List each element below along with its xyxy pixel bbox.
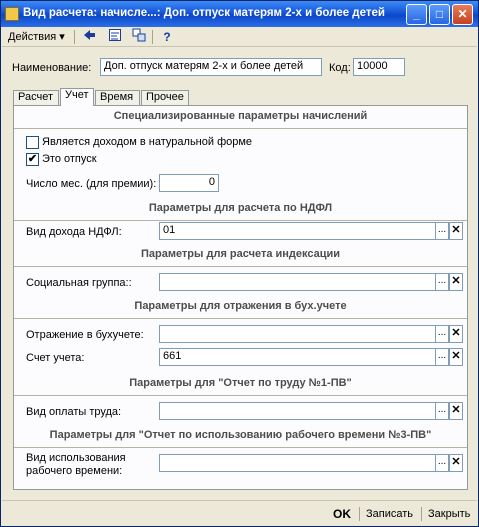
toolbar: Действия ▾ ? — [2, 27, 477, 47]
time-usage-clear-button[interactable]: ✕ — [449, 454, 463, 472]
payment-type-label: Вид оплаты труда: — [26, 406, 122, 418]
tab-other[interactable]: Прочее — [141, 90, 189, 105]
section-title: Параметры для расчета индексации — [140, 248, 341, 260]
close-button[interactable]: Закрыть — [428, 506, 470, 522]
footer-separator — [421, 507, 422, 521]
minimize-button[interactable]: _ — [406, 4, 427, 25]
footer-separator — [359, 507, 360, 521]
tab-panel-accounting: Специализированные параметры начислений … — [13, 105, 468, 490]
account-clear-button[interactable]: ✕ — [449, 348, 463, 366]
app-icon — [5, 7, 19, 21]
ndfl-income-field[interactable]: 01 — [159, 222, 436, 240]
account-select-button[interactable]: ... — [435, 348, 449, 366]
time-usage-select-button[interactable]: ... — [435, 454, 449, 472]
payment-type-field[interactable] — [159, 402, 436, 420]
section-title: Специализированные параметры начислений — [113, 110, 368, 122]
actions-label: Действия — [8, 31, 57, 43]
account-field[interactable]: 661 — [159, 348, 436, 366]
ndfl-income-label: Вид дохода НДФЛ: — [26, 226, 122, 238]
payment-type-select-button[interactable]: ... — [435, 402, 449, 420]
help-icon[interactable]: ? — [158, 28, 176, 46]
payment-type-clear-button[interactable]: ✕ — [449, 402, 463, 420]
actions-menu[interactable]: Действия ▾ — [8, 30, 65, 48]
dialog-window: Вид расчета: начисле...: Доп. отпуск мат… — [0, 0, 479, 527]
time-usage-label-line2: рабочего времени: — [26, 465, 123, 477]
toolbar-separator — [74, 30, 75, 44]
code-field[interactable]: 10000 — [353, 58, 405, 76]
code-label: Код: — [329, 62, 351, 74]
section-ndfl: Параметры для расчета по НДФЛ — [14, 202, 467, 221]
natural-income-label: Является доходом в натуральной форме — [42, 136, 253, 148]
natural-income-checkbox[interactable] — [26, 136, 39, 149]
ok-button[interactable]: OK — [333, 506, 351, 522]
dialog-footer: OK Записать Закрыть — [2, 500, 477, 526]
section-title: Параметры для "Отчет по труду №1-ПВ" — [129, 377, 352, 389]
section-accounting: Параметры для отражения в бух.учете — [14, 300, 467, 319]
months-label: Число мес. (для премии): — [26, 178, 157, 190]
accounting-reflection-clear-button[interactable]: ✕ — [449, 325, 463, 343]
section-title: Параметры для отражения в бух.учете — [134, 300, 347, 312]
movements-icon[interactable] — [106, 28, 124, 46]
accounting-reflection-field[interactable] — [159, 325, 436, 343]
back-arrow-icon[interactable] — [80, 28, 98, 46]
is-vacation-label: Это отпуск — [42, 153, 97, 165]
ndfl-income-select-button[interactable]: ... — [435, 222, 449, 240]
social-group-field[interactable] — [159, 273, 436, 291]
ndfl-income-clear-button[interactable]: ✕ — [449, 222, 463, 240]
accounting-reflection-select-button[interactable]: ... — [435, 325, 449, 343]
social-group-select-button[interactable]: ... — [435, 273, 449, 291]
section-special: Специализированные параметры начислений — [14, 110, 467, 129]
accounting-reflection-label: Отражение в бухучете: — [26, 329, 144, 341]
window-title: Вид расчета: начисле...: Доп. отпуск мат… — [23, 7, 385, 19]
title-bar[interactable]: Вид расчета: начисле...: Доп. отпуск мат… — [1, 1, 478, 27]
tab-time[interactable]: Время — [95, 90, 140, 105]
social-group-label: Социальная группа:: — [26, 277, 132, 289]
months-field[interactable]: 0 — [159, 174, 219, 192]
name-label: Наименование: — [12, 62, 92, 74]
section-title: Параметры для расчета по НДФЛ — [148, 202, 333, 214]
social-group-clear-button[interactable]: ✕ — [449, 273, 463, 291]
is-vacation-checkbox[interactable]: ✔ — [26, 153, 39, 166]
chevron-down-icon: ▾ — [59, 31, 65, 43]
time-usage-label-line1: Вид использования — [26, 452, 126, 464]
section-labor-report: Параметры для "Отчет по труду №1-ПВ" — [14, 377, 467, 396]
time-usage-field[interactable] — [159, 454, 436, 472]
section-indexation: Параметры для расчета индексации — [14, 248, 467, 267]
tab-accounting[interactable]: Учет — [60, 88, 94, 106]
save-button[interactable]: Записать — [366, 506, 413, 522]
toolbar-separator — [152, 30, 153, 44]
account-label: Счет учета: — [26, 352, 85, 364]
name-field[interactable]: Доп. отпуск матерям 2-х и более детей — [100, 58, 322, 76]
structure-icon[interactable] — [130, 28, 148, 46]
section-title: Параметры для "Отчет по использованию ра… — [49, 429, 432, 441]
section-time-report: Параметры для "Отчет по использованию ра… — [14, 429, 467, 448]
maximize-button[interactable]: □ — [429, 4, 450, 25]
tab-calc[interactable]: Расчет — [13, 90, 59, 105]
close-window-button[interactable]: ✕ — [452, 4, 473, 25]
